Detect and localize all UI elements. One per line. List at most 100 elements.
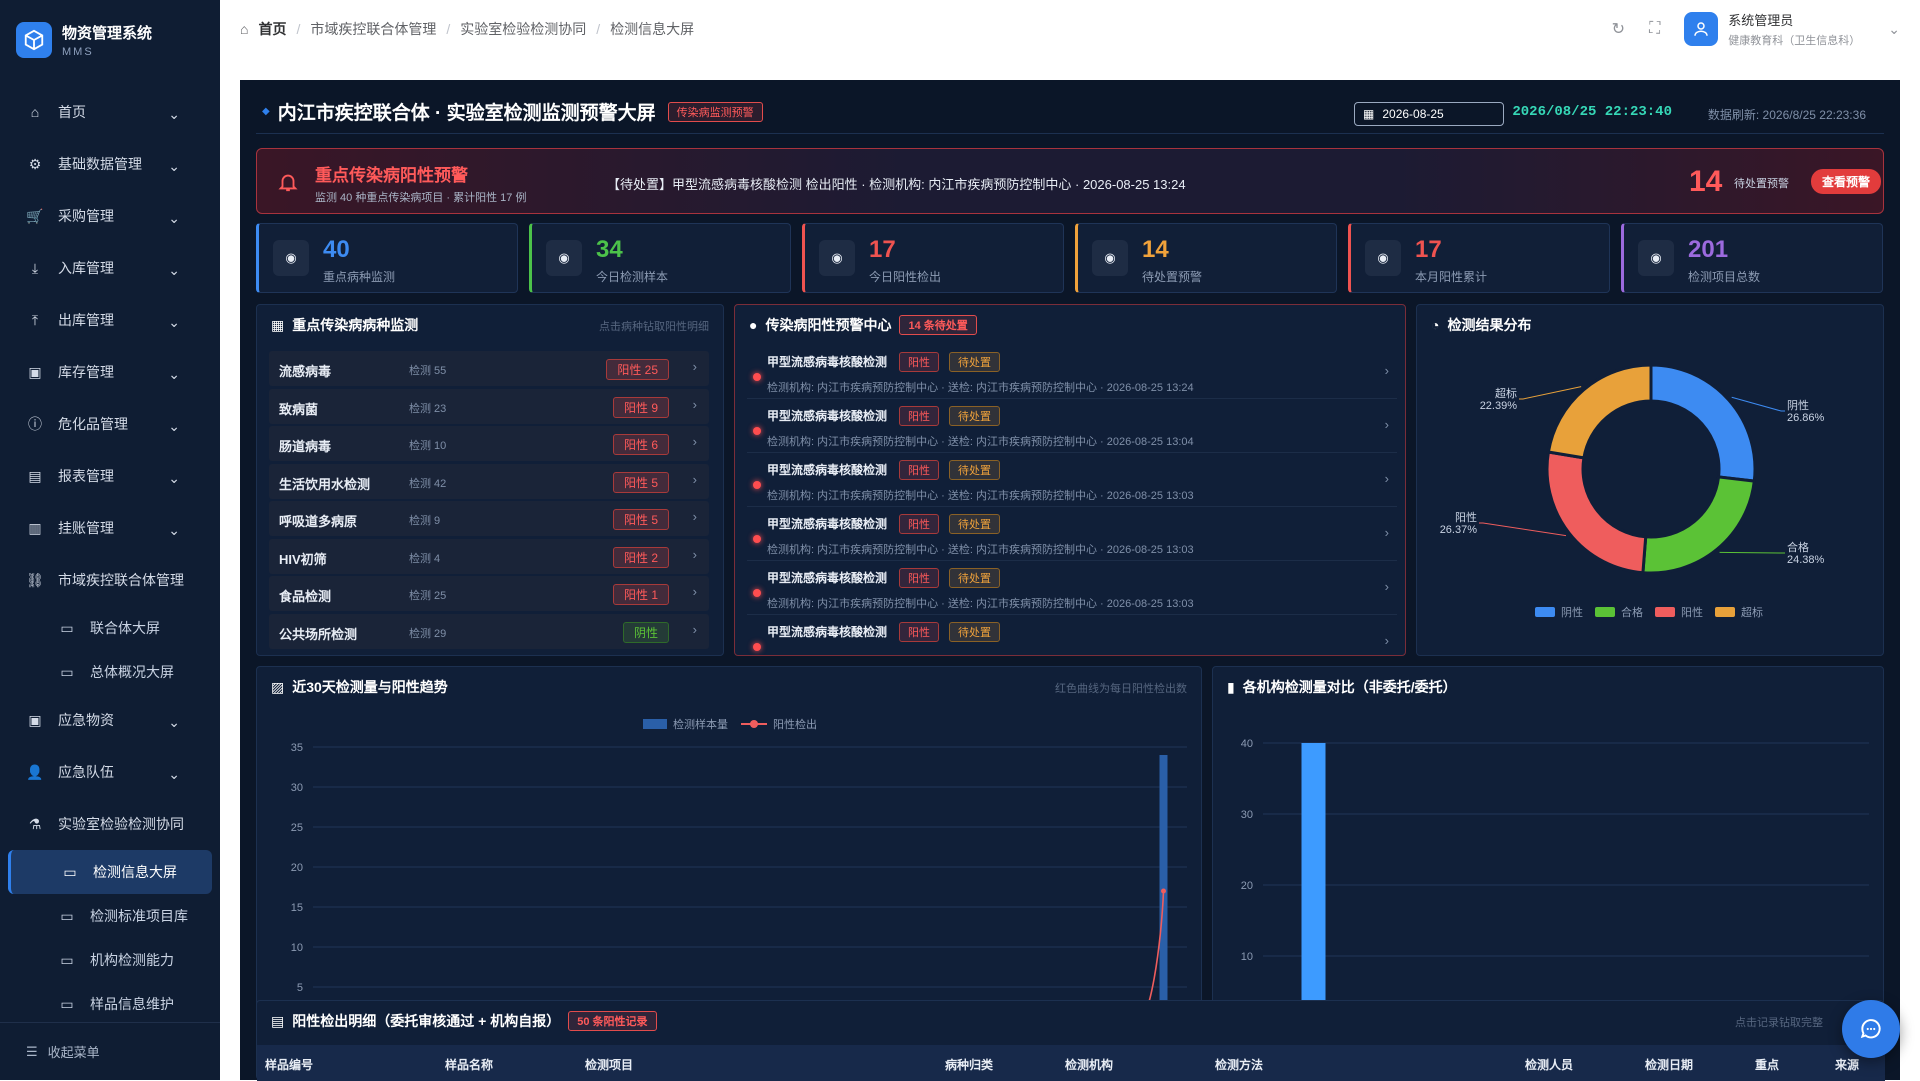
alert-row[interactable]: 甲型流感病毒核酸检测 阳性 待处置 检测机构: 内江市疾病预防控制中心 · 送检: 内… [747,561,1397,615]
sidebar-subitem[interactable]: ▭ 检测标准项目库 [0,894,220,938]
legend-label[interactable]: 超标 [1741,605,1763,619]
date-value: 2026-08-25 [1382,107,1444,121]
chevron-right-icon: › [1384,633,1389,648]
table-header: 样品编号 样品名称 检测项目 病种归类 检测机构 检测方法 检测人员 检测日期 重点 来源 [257,1045,1885,1081]
breadcrumb-separator: / [596,21,601,37]
table-header-cell[interactable]: 检测方法 [1215,1056,1263,1073]
disease-row[interactable]: HIV初筛 检测 4 阳性 2 › [269,538,709,574]
pie-slice[interactable] [1546,363,1653,460]
alert-item-detail: 检测机构: 内江市疾病预防控制中心 · 送检: 内江市疾病预防控制中心 · 20… [767,490,1194,502]
disease-count: 检测 29 [409,627,447,640]
screen-icon: ▭ [60,663,74,680]
pie-slice[interactable] [1545,450,1648,575]
user-icon: 👤 [26,763,44,780]
legend-label[interactable]: 检测样本量 [673,717,728,731]
table-header-cell[interactable]: 样品编号 [265,1056,313,1073]
pending-badge: 待处置 [949,568,1000,588]
sidebar-item[interactable]: ▣ 库存管理 ⌄ [0,346,220,398]
sidebar-subitem-label: 样品信息维护 [90,996,174,1012]
disease-row[interactable]: 公共场所检测 检测 29 阴性 › [269,613,709,649]
pie-slice[interactable] [1641,475,1756,575]
sidebar-subitem[interactable]: ▭ 检测信息大屏 [8,850,212,894]
app-logo[interactable]: 物资管理系统 MMS [0,0,220,80]
user-menu[interactable]: 系统管理员 健康教育科（卫生信息科） ⌄ [1684,10,1900,48]
sidebar-subitem[interactable]: ▭ 机构检测能力 [0,938,220,982]
legend-label[interactable]: 阴性 [1561,605,1583,619]
disease-row[interactable]: 呼吸道多病原 检测 9 阳性 5 › [269,501,709,536]
stat-card[interactable]: ◉ 17 本月阳性累计 [1348,223,1610,293]
chevron-right-icon: › [692,471,697,487]
table-header-cell[interactable]: 检测人员 [1525,1056,1573,1073]
stat-card[interactable]: ◉ 34 今日检测样本 [529,223,791,293]
stat-card[interactable]: ◉ 201 检测项目总数 [1621,223,1883,293]
table-header-cell[interactable]: 重点 [1755,1056,1779,1073]
disease-row[interactable]: 流感病毒 检测 55 阳性 25 › [269,351,709,386]
view-alerts-button[interactable]: 查看预警 [1811,169,1882,194]
disease-row[interactable]: 致病菌 检测 23 阳性 9 › [269,388,709,424]
sidebar-item[interactable]: ⌂ 首页 ⌄ [0,86,220,138]
line-point[interactable] [1161,888,1167,894]
stat-card[interactable]: ◉ 17 今日阳性检出 [802,223,1064,293]
breadcrumb-item[interactable]: 市域疾控联合体管理 [310,19,436,39]
sidebar-item[interactable]: ▥ 挂账管理 ⌄ [0,502,220,554]
bar[interactable] [1301,743,1326,1027]
table-header-cell[interactable]: 来源 [1835,1056,1859,1073]
table-header-cell[interactable]: 病种归类 [945,1056,993,1073]
table-header-cell[interactable]: 检测机构 [1065,1056,1113,1073]
date-picker[interactable]: ▦ 2026-08-25 [1354,102,1504,126]
sidebar-item[interactable]: ⚗ 实验室检验检测协同 [0,798,220,850]
panel-title: ▨ 近30天检测量与阳性趋势 [271,677,448,697]
legend-swatch [1535,607,1555,617]
gear-icon: ⚙ [28,155,42,172]
panel-title-text: 阳性检出明细（委托审核通过 + 机构自报） [292,1013,561,1029]
chat-button[interactable] [1842,1000,1900,1058]
alert-row[interactable]: 甲型流感病毒核酸检测 阳性 待处置 检测机构: 内江市疾病预防控制中心 · 送检: 内… [747,345,1397,399]
alert-row[interactable]: 甲型流感病毒核酸检测 阳性 待处置 › [747,615,1397,655]
sidebar-subitem[interactable]: ▭ 样品信息维护 [0,982,220,1026]
red-dot-icon [753,589,761,597]
red-dot-icon [753,373,761,381]
alert-row[interactable]: 甲型流感病毒核酸检测 阳性 待处置 检测机构: 内江市疾病预防控制中心 · 送检: 内… [747,453,1397,507]
breadcrumb-item[interactable]: 实验室检验检测协同 [460,19,586,39]
fullscreen-icon[interactable]: ⛶ [1649,20,1660,38]
collapse-menu-button[interactable]: ☰ 收起菜单 [0,1022,220,1080]
alert-row[interactable]: 甲型流感病毒核酸检测 阳性 待处置 检测机构: 内江市疾病预防控制中心 · 送检: 内… [747,399,1397,453]
alert-row[interactable]: 甲型流感病毒核酸检测 阳性 待处置 检测机构: 内江市疾病预防控制中心 · 送检: 内… [747,507,1397,561]
sidebar-item[interactable]: ⤓ 入库管理 ⌄ [0,242,220,294]
chevron-down-icon: ⌄ [168,314,180,330]
table-header-cell[interactable]: 检测项目 [585,1056,633,1073]
sidebar-item[interactable]: ⚙ 基础数据管理 ⌄ [0,138,220,190]
sidebar-item[interactable]: ⓘ 危化品管理 ⌄ [0,398,220,450]
table-header-cell[interactable]: 检测日期 [1645,1056,1693,1073]
breadcrumb-separator: / [296,21,301,37]
disease-row[interactable]: 生活饮用水检测 检测 42 阳性 5 › [269,463,709,499]
sidebar-subitem-label: 联合体大屏 [90,620,160,636]
sidebar-subitem[interactable]: ▭ 联合体大屏 [0,606,220,650]
chevron-down-icon: ⌄ [168,522,180,538]
table-header-cell[interactable]: 样品名称 [445,1056,493,1073]
legend-label[interactable]: 阳性检出 [773,717,817,731]
disease-row[interactable]: 肠道病毒 检测 10 阳性 6 › [269,426,709,461]
disease-count: 检测 55 [409,365,447,377]
sidebar-item[interactable]: 👤 应急队伍 ⌄ [0,746,220,798]
breadcrumb-item[interactable]: 首页 [258,19,286,39]
link-icon: ⛓ [26,571,44,588]
sidebar-item[interactable]: ▣ 应急物资 ⌄ [0,694,220,746]
panel-title: ● 传染病阳性预警中心 14 条待处置 [749,315,977,335]
disease-row[interactable]: 食品检测 检测 25 阳性 1 › [269,576,709,611]
sidebar-item[interactable]: ⤒ 出库管理 ⌄ [0,294,220,346]
sidebar-item[interactable]: 🛒 采购管理 ⌄ [0,190,220,242]
sidebar-item[interactable]: ⛓ 市域疾控联合体管理 [0,554,220,606]
disease-count: 检测 42 [409,477,447,490]
sidebar-subitem[interactable]: ▭ 总体概况大屏 [0,650,220,694]
refresh-icon[interactable]: ↻ [1612,19,1625,39]
document-icon: ▤ [271,1012,285,1029]
pie-slice[interactable] [1649,363,1757,483]
chevron-down-icon: ⌄ [168,366,180,382]
stat-card[interactable]: ◉ 14 待处置预警 [1075,223,1337,293]
legend-label[interactable]: 合格 [1621,605,1643,619]
sidebar-item[interactable]: ▤ 报表管理 ⌄ [0,450,220,502]
stat-card[interactable]: ◉ 40 重点病种监测 [256,223,518,293]
legend-label[interactable]: 阳性 [1681,605,1703,619]
pie-label: 合格 [1787,540,1809,554]
